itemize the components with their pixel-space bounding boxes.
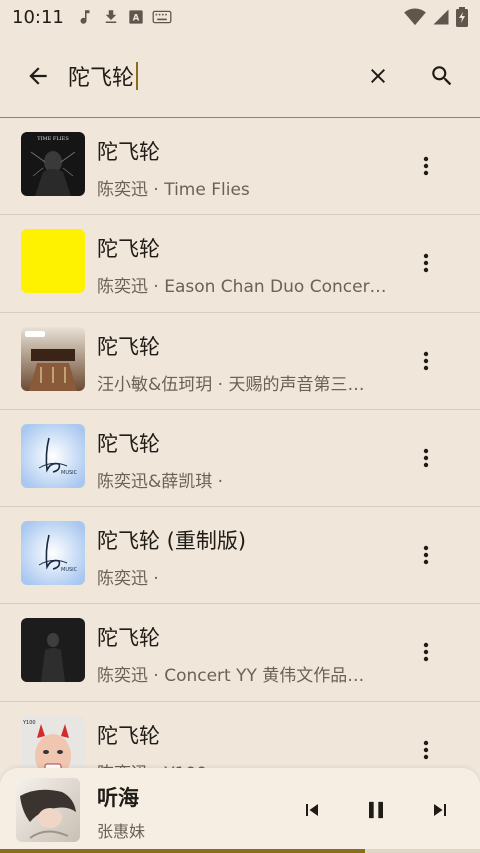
album-art: MUSIC (21, 423, 85, 488)
song-title: 陀飞轮 (97, 626, 160, 651)
playback-progress-fill (0, 849, 365, 853)
playback-progress-bar[interactable] (0, 849, 480, 853)
list-item[interactable]: 陀飞轮 陈奕迅 · Eason Chan Duo Concer… (0, 215, 480, 313)
song-title: 陀飞轮 (97, 237, 160, 262)
skip-previous-button[interactable] (288, 786, 336, 834)
list-item[interactable]: TIME FLIES 陀飞轮 陈奕迅 · Time Flies (0, 118, 480, 216)
album-art (21, 229, 85, 294)
more-vertical-icon (423, 351, 429, 370)
now-playing-artist: 张惠妹 (97, 822, 146, 841)
more-vertical-icon (423, 545, 429, 565)
song-subtitle: 陈奕迅 · Concert YY 黄伟文作品… (97, 666, 365, 687)
more-options-button[interactable] (402, 628, 450, 676)
more-options-button[interactable] (402, 142, 450, 190)
text-caret (136, 62, 139, 90)
song-subtitle: 陈奕迅 · Time Flies (97, 180, 250, 200)
close-icon (371, 69, 385, 83)
svg-text:Y100: Y100 (22, 720, 36, 726)
song-subtitle: 陈奕迅 · Eason Chan Duo Concer… (97, 277, 387, 298)
more-vertical-icon (423, 740, 429, 759)
more-vertical-icon (423, 643, 429, 662)
svg-text:TIME FLIES: TIME FLIES (37, 136, 69, 142)
search-icon (432, 66, 452, 86)
search-results-list: TIME FLIES 陀飞轮 陈奕迅 · Time Flies 陀飞轮 陈奕迅 … (0, 118, 480, 800)
svg-text:MUSIC: MUSIC (61, 567, 78, 573)
album-art: TIME FLIES (21, 132, 85, 196)
skip-next-button[interactable] (416, 786, 464, 834)
more-options-button[interactable] (402, 434, 450, 482)
status-time: 10:11 (12, 6, 64, 28)
search-button[interactable] (418, 52, 466, 100)
svg-text:A: A (133, 13, 140, 23)
status-bar: 10:11 A (0, 0, 480, 34)
list-item[interactable]: MUSIC 陀飞轮 陈奕迅&薛凯琪 · (0, 410, 480, 508)
more-options-button[interactable] (402, 531, 450, 579)
search-input[interactable]: 陀飞轮 (68, 54, 139, 98)
album-art: MUSIC (21, 521, 85, 586)
list-item[interactable]: MUSIC 陀飞轮 (重制版) 陈奕迅 · (0, 507, 480, 605)
a-box-icon: A (129, 10, 143, 24)
song-title: 陀飞轮 (97, 723, 160, 748)
svg-text:MUSIC: MUSIC (61, 470, 78, 476)
more-vertical-icon (423, 448, 429, 468)
more-options-button[interactable] (402, 337, 450, 385)
album-art (21, 618, 85, 683)
skip-next-icon (434, 804, 446, 816)
music-note-icon (80, 10, 90, 24)
now-playing-title: 听海 (97, 786, 139, 810)
more-options-button[interactable] (402, 239, 450, 287)
song-title: 陀飞轮 (97, 431, 160, 456)
more-options-button[interactable] (402, 726, 450, 774)
search-query-text: 陀飞轮 (68, 66, 135, 91)
song-title: 陀飞轮 (97, 140, 160, 164)
more-vertical-icon (423, 254, 429, 273)
status-system-icons (404, 7, 468, 27)
skip-previous-icon (306, 804, 318, 816)
pause-button[interactable] (352, 786, 400, 834)
song-title: 陀飞轮 (97, 334, 160, 359)
keyboard-icon (152, 10, 172, 24)
download-icon (105, 10, 117, 23)
song-subtitle: 陈奕迅&薛凯琪 · (97, 471, 224, 492)
song-subtitle: 陈奕迅 · (97, 569, 159, 590)
song-title: 陀飞轮 (重制版) (97, 529, 247, 554)
search-header: 陀飞轮 (0, 34, 480, 118)
list-item[interactable]: 陀飞轮 汪小敏&伍珂玥 · 天赐的声音第三… (0, 313, 480, 410)
back-button[interactable] (14, 52, 62, 100)
wifi-icon (404, 8, 426, 26)
signal-icon (433, 9, 449, 25)
status-notification-icons: A (76, 8, 172, 26)
battery-icon (456, 7, 468, 27)
more-vertical-icon (423, 156, 429, 176)
mini-player[interactable]: 听海 张惠妹 (0, 768, 480, 853)
album-art (21, 326, 85, 391)
back-arrow-icon (29, 67, 47, 85)
pause-icon (369, 801, 383, 819)
song-subtitle: 汪小敏&伍珂玥 · 天赐的声音第三… (97, 374, 365, 395)
now-playing-album-art (16, 778, 80, 842)
clear-search-button[interactable] (354, 52, 402, 100)
list-item[interactable]: 陀飞轮 陈奕迅 · Concert YY 黄伟文作品… (0, 604, 480, 702)
